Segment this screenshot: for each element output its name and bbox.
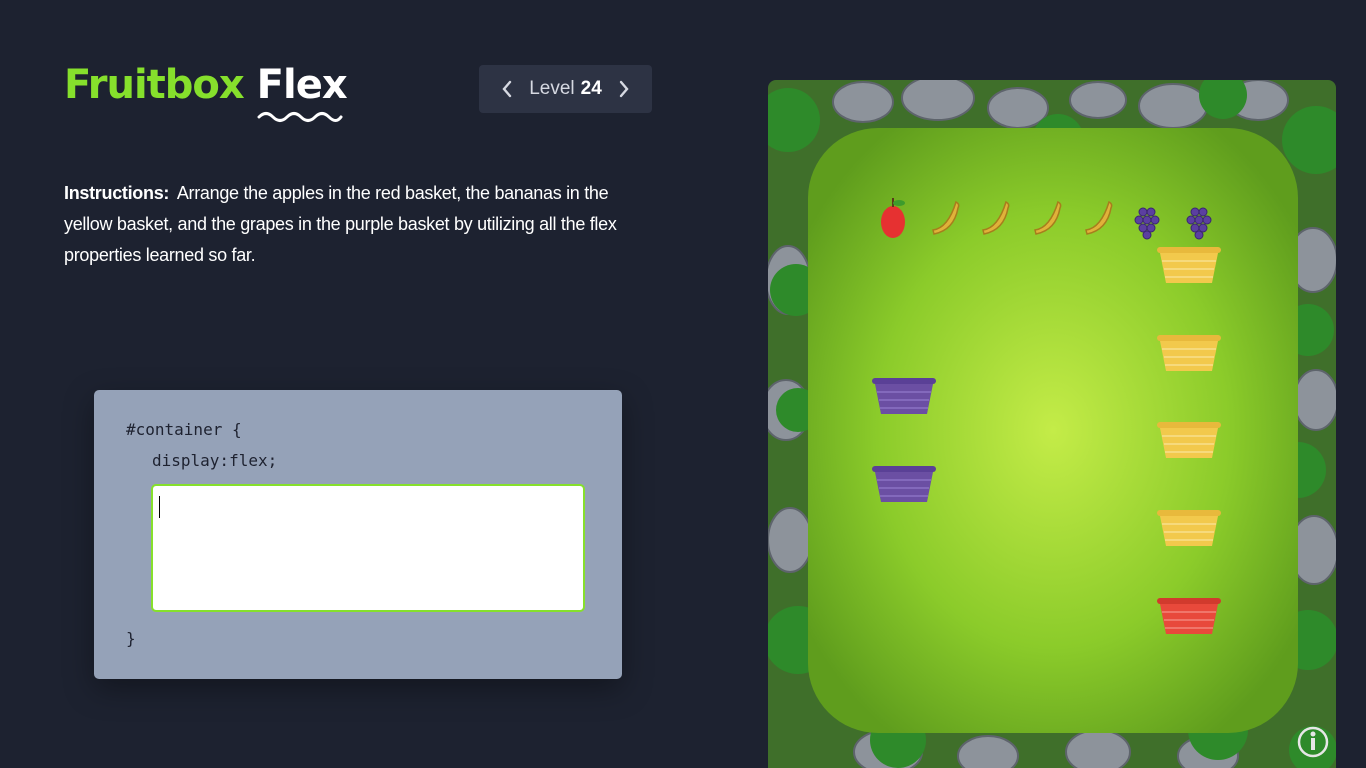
basket-purple-1 bbox=[872, 378, 936, 414]
instructions-label: Instructions: bbox=[64, 183, 170, 203]
wavy-underline-icon bbox=[257, 112, 343, 122]
basket-red bbox=[1157, 598, 1221, 634]
code-line-selector: #container { bbox=[126, 420, 242, 439]
app-title: Fruitbox Flex bbox=[64, 62, 348, 122]
basket-yellow-3 bbox=[1157, 422, 1221, 458]
level-number: 24 bbox=[580, 78, 602, 99]
board-scene bbox=[768, 80, 1336, 768]
title-flex-text: Flex bbox=[256, 62, 348, 108]
title-part-fruitbox: Fruitbox bbox=[64, 62, 245, 108]
level-navigation: Level 24 bbox=[479, 65, 652, 113]
level-indicator: Level 24 bbox=[529, 78, 602, 100]
code-line-closing-brace: } bbox=[126, 629, 136, 648]
title-part-flex: Flex bbox=[256, 62, 348, 122]
basket-yellow-1 bbox=[1157, 247, 1221, 283]
basket-yellow-4 bbox=[1157, 510, 1221, 546]
code-line-display: display:flex; bbox=[152, 451, 278, 470]
css-input-textarea[interactable] bbox=[151, 484, 585, 612]
chevron-right-icon[interactable] bbox=[614, 79, 634, 99]
instructions: Instructions: Arrange the apples in the … bbox=[64, 178, 644, 271]
level-label: Level bbox=[529, 78, 575, 99]
text-caret bbox=[159, 496, 160, 518]
basket-yellow-2 bbox=[1157, 335, 1221, 371]
basket-purple-2 bbox=[872, 466, 936, 502]
chevron-left-icon[interactable] bbox=[497, 79, 517, 99]
game-board bbox=[768, 80, 1336, 768]
page: Fruitbox Flex Level 24 Instructions: Arra… bbox=[0, 0, 1366, 768]
